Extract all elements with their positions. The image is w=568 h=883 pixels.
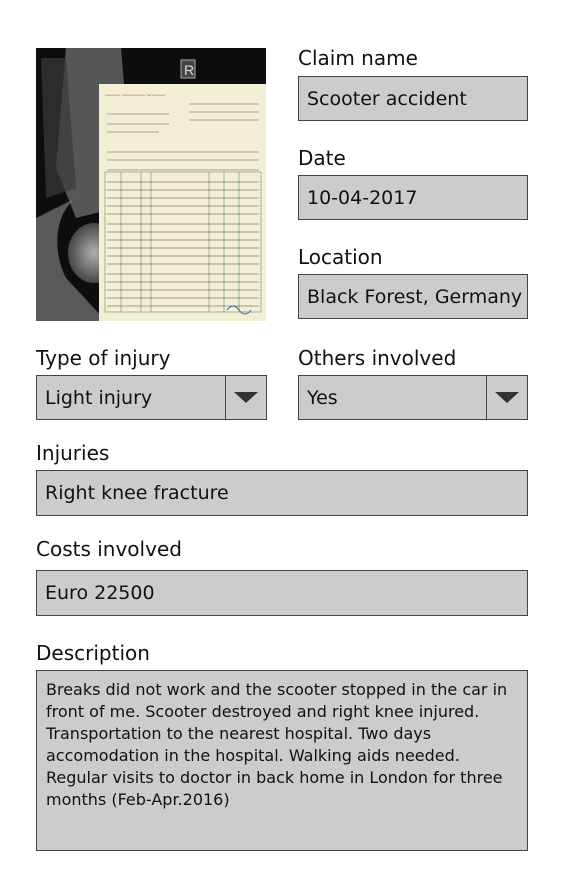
triangle-down-icon: [234, 392, 258, 403]
date-label: Date: [298, 146, 346, 170]
description-label: Description: [36, 641, 150, 665]
injury-type-value: Light injury: [45, 386, 153, 409]
injury-type-label: Type of injury: [36, 346, 171, 370]
costs-label: Costs involved: [36, 537, 182, 561]
location-input[interactable]: Black Forest, Germany: [298, 274, 528, 319]
claim-photo: R ~~~~ ~~~~~~ ~~~~~: [36, 48, 266, 321]
others-involved-dropdown-button[interactable]: [486, 376, 527, 419]
svg-text:~~~~ ~~~~~~ ~~~~~: ~~~~ ~~~~~~ ~~~~~: [105, 92, 166, 100]
others-involved-select[interactable]: Yes: [298, 375, 528, 420]
triangle-down-icon: [495, 392, 519, 403]
injury-type-select[interactable]: Light injury: [36, 375, 267, 420]
xray-marker: R: [184, 62, 194, 78]
xray-receipt-image: R ~~~~ ~~~~~~ ~~~~~: [36, 48, 266, 321]
others-involved-value: Yes: [307, 386, 338, 409]
description-textarea[interactable]: Breaks did not work and the scooter stop…: [36, 670, 528, 851]
date-input[interactable]: 10-04-2017: [298, 175, 528, 220]
claim-name-label: Claim name: [298, 46, 418, 70]
others-involved-label: Others involved: [298, 346, 457, 370]
location-label: Location: [298, 245, 383, 269]
injury-type-dropdown-button[interactable]: [225, 376, 266, 419]
injuries-input[interactable]: Right knee fracture: [36, 470, 528, 516]
claim-name-input[interactable]: Scooter accident: [298, 76, 528, 121]
injuries-label: Injuries: [36, 441, 110, 465]
costs-input[interactable]: Euro 22500: [36, 570, 528, 616]
